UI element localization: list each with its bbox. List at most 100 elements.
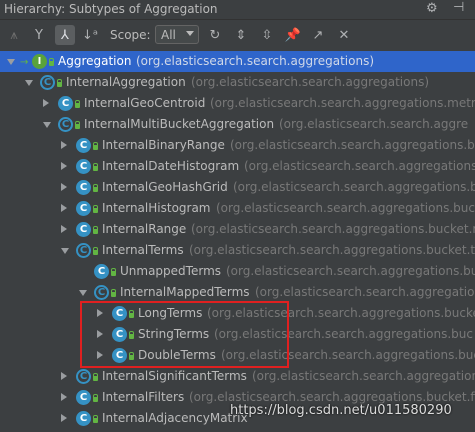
collapsed-arrow-icon[interactable] [61, 372, 67, 380]
abstract-class-icon: C [76, 243, 91, 258]
tree-row-name: InternalRange [102, 222, 187, 236]
tree-row-package: (org.elasticsearch.search.aggregations.b… [221, 348, 475, 362]
tree-row[interactable]: C InternalGeoCentroid (org.elasticsearch.s… [0, 93, 475, 114]
tree-row[interactable]: C InternalRange (org.elasticsearch.search.… [0, 219, 475, 240]
hide-panel-icon[interactable]: ⊣ [453, 0, 464, 15]
expanded-arrow-icon[interactable] [61, 248, 69, 254]
tree-row-package: (org.elasticsearch.search.aggregations.b… [189, 390, 475, 404]
public-access-icon [93, 373, 98, 381]
class-icon: C [112, 348, 127, 363]
tree-row-name: InternalAggregation [66, 75, 186, 89]
tree-row-package: (org.elasticsearch.search.aggregations.b [252, 369, 475, 383]
public-access-icon [111, 268, 116, 276]
public-access-icon [93, 163, 98, 171]
close-button[interactable]: ✕ [334, 25, 354, 45]
chevron-down-icon [186, 31, 194, 36]
tree-row-name: InternalHistogram [102, 201, 211, 215]
class-icon: C [76, 201, 91, 216]
tree-row[interactable]: → I Aggregation (org.elasticsearch.search.a… [0, 51, 475, 72]
collapsed-arrow-icon[interactable] [61, 162, 67, 170]
collapsed-arrow-icon[interactable] [61, 183, 67, 191]
abstract-class-icon: C [40, 75, 55, 90]
tree-row[interactable]: C InternalGeoHashGrid (org.elasticsearch.s… [0, 177, 475, 198]
open-in-editor-button[interactable]: ↗ [308, 25, 328, 45]
tree-row[interactable]: C InternalDateHistogram (org.elasticsearch… [0, 156, 475, 177]
tree-row-package: (org.elasticsearch.search.aggregations.b… [191, 222, 475, 236]
public-access-icon [93, 226, 98, 234]
tree-row[interactable]: C InternalSignificantTerms (org.elasticsea… [0, 366, 475, 387]
gear-icon[interactable]: ⚙ [426, 1, 438, 16]
collapsed-arrow-icon[interactable] [61, 141, 67, 149]
pin-button[interactable]: 📌 [283, 25, 303, 45]
class-icon: C [76, 222, 91, 237]
tree-row-package: (org.elasticsearch.search.aggre [279, 117, 469, 131]
hierarchy-base-arrow-icon: → [20, 57, 29, 68]
class-icon: C [112, 327, 127, 342]
class-icon: C [58, 96, 73, 111]
expanded-arrow-icon[interactable] [79, 290, 87, 296]
tree-row-name: InternalTerms [102, 243, 184, 257]
tree-row-name: InternalBinaryRange [102, 138, 225, 152]
tree-row-name: InternalGeoHashGrid [102, 180, 228, 194]
class-icon: C [94, 264, 109, 279]
collapsed-arrow-icon[interactable] [97, 330, 103, 338]
expanded-arrow-icon[interactable] [25, 80, 33, 86]
tree-row[interactable]: C InternalMultiBucketAggregation (org.elas… [0, 114, 475, 135]
public-access-icon [93, 247, 98, 255]
tree-row-package: (org.elasticsearch.search.aggregations) [136, 54, 375, 68]
public-access-icon [129, 310, 134, 318]
class-icon: C [76, 411, 91, 426]
sort-alphabetically-button[interactable]: ↓ᵃ [80, 25, 100, 45]
tree-row-name: InternalDateHistogram [102, 159, 240, 173]
collapsed-arrow-icon[interactable] [61, 204, 67, 212]
tree-row-package: (org.elasticsearch.search.aggregations.b… [216, 201, 475, 215]
tree-row-package: (org.elasticsearch.search.aggregations.b… [244, 159, 475, 173]
public-access-icon [57, 79, 62, 87]
watermark: https://blog.csdn.net/u011580290 [230, 403, 452, 418]
public-access-icon [93, 184, 98, 192]
collapsed-arrow-icon[interactable] [61, 414, 67, 422]
scope-select[interactable]: All [155, 25, 199, 44]
tree-row[interactable]: C DoubleTerms (org.elasticsearch.search.ag… [0, 345, 475, 366]
tree-row[interactable]: C StringTerms (org.elasticsearch.search.ag… [0, 324, 475, 345]
tree-row-name: InternalMultiBucketAggregation [84, 117, 275, 131]
tree-row[interactable]: C InternalMappedTerms (org.elasticsearch.s… [0, 282, 475, 303]
scope-select-value: All [161, 28, 176, 42]
tree-row-name: InternalAdjacencyMatrix [102, 411, 248, 425]
expanded-arrow-icon[interactable] [7, 59, 15, 65]
hierarchy-tree: → I Aggregation (org.elasticsearch.search.a… [0, 51, 475, 432]
tree-row[interactable]: C UnmappedTerms (org.elasticsearch.search.… [0, 261, 475, 282]
supertypes-hierarchy-button[interactable]: ⩚ [4, 25, 24, 45]
tree-row[interactable]: C InternalAggregation (org.elasticsearch.s… [0, 72, 475, 93]
subtypes-hierarchy-button[interactable]: ⅄ [55, 25, 75, 45]
collapsed-arrow-icon[interactable] [43, 99, 49, 107]
class-hierarchy-button[interactable]: Y [29, 25, 49, 45]
public-access-icon [75, 121, 80, 129]
collapsed-arrow-icon[interactable] [61, 225, 67, 233]
public-access-icon [129, 352, 134, 360]
collapsed-arrow-icon[interactable] [97, 309, 103, 317]
tree-row-package: (org.elasticsearch.search.aggregations.b… [207, 306, 475, 320]
class-icon: C [76, 180, 91, 195]
class-icon: C [112, 306, 127, 321]
abstract-class-icon: C [94, 285, 109, 300]
expanded-arrow-icon[interactable] [43, 122, 51, 128]
collapse-all-button[interactable]: ⇳ [257, 25, 277, 45]
tree-row-package: (org.elasticsearch.search.aggregations.b… [189, 243, 475, 257]
expand-all-button[interactable]: ⇕ [231, 25, 251, 45]
public-access-icon [93, 415, 98, 423]
tree-row[interactable]: C InternalTerms (org.elasticsearch.search.… [0, 240, 475, 261]
public-access-icon [93, 205, 98, 213]
tree-row[interactable]: C LongTerms (org.elasticsearch.search.aggr… [0, 303, 475, 324]
refresh-button[interactable]: ↻ [205, 25, 225, 45]
abstract-class-icon: C [76, 369, 91, 384]
collapsed-arrow-icon[interactable] [61, 393, 67, 401]
collapsed-arrow-icon[interactable] [97, 351, 103, 359]
tree-row[interactable]: C InternalBinaryRange (org.elasticsearch.s… [0, 135, 475, 156]
tree-row-package: (org.elasticsearch.search.aggregation [255, 285, 475, 299]
title-bar: Hierarchy: Subtypes of Aggregation ⚙ ⊣ [0, 0, 475, 20]
tree-row-name: InternalMappedTerms [120, 285, 250, 299]
tree-row[interactable]: C InternalHistogram (org.elasticsearch.sea… [0, 198, 475, 219]
public-access-icon [75, 100, 80, 108]
public-access-icon [93, 394, 98, 402]
